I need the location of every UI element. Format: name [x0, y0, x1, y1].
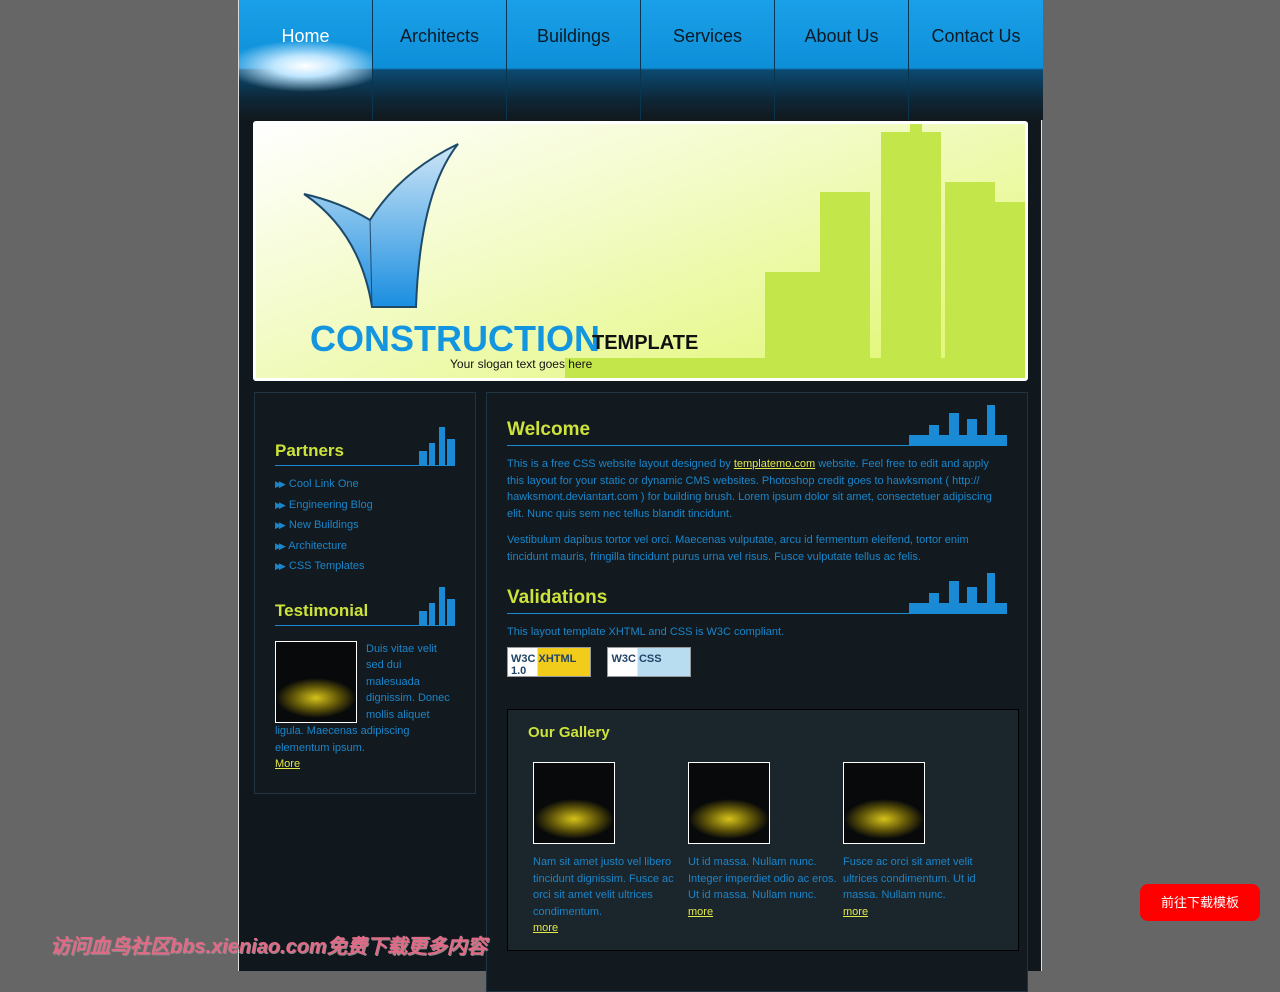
partner-link[interactable]: ▶▶ CSS Templates	[275, 560, 455, 581]
site-title: CONSTRUCTION	[310, 318, 600, 359]
watermark-text: 访问血鸟社区bbs.xieniao.com免费下载更多内容	[50, 936, 487, 958]
testimonial-more-link[interactable]: More	[275, 758, 300, 770]
site-slogan: Your slogan text goes here	[450, 357, 593, 371]
partner-link[interactable]: ▶▶ Engineering Blog	[275, 499, 455, 520]
validations-text: This layout template XHTML and CSS is W3…	[507, 626, 785, 638]
testimonial-image	[275, 640, 357, 723]
nav-architects[interactable]: Architects	[373, 0, 507, 120]
gallery-image[interactable]	[533, 762, 615, 844]
validations-heading: Validations	[507, 573, 1007, 614]
gallery-box: Our Gallery Nam sit amet justo vel liber…	[507, 709, 1019, 951]
gallery-image[interactable]	[688, 762, 770, 844]
xhtml-valid-badge[interactable]: W3C XHTML 1.0	[507, 646, 591, 677]
gallery-more-link[interactable]: more	[688, 906, 713, 918]
building-icon	[419, 427, 455, 465]
skyline-icon	[909, 405, 1007, 445]
welcome-paragraph-2: Vestibulum dapibus tortor vel orci. Maec…	[507, 534, 969, 563]
gallery-item: Ut id massa. Nullam nunc. Integer imperd…	[688, 762, 838, 920]
gallery-item: Fusce ac orci sit amet velit ultrices co…	[843, 762, 993, 920]
double-arrow-icon: ▶▶	[275, 479, 286, 489]
double-arrow-icon: ▶▶	[275, 540, 286, 551]
gallery-more-link[interactable]: more	[843, 906, 868, 918]
skyline-icon	[909, 573, 1007, 613]
gallery-caption: Fusce ac orci sit amet velit ultrices co…	[843, 856, 976, 901]
testimonial-heading: Testimonial	[275, 586, 455, 626]
gallery-item: Nam sit amet justo vel libero tincidunt …	[533, 762, 683, 937]
building-icon	[419, 586, 455, 625]
nav-contact-us[interactable]: Contact Us	[909, 0, 1043, 120]
partners-list: ▶▶ Cool Link One ▶▶ Engineering Blog ▶▶ …	[275, 478, 455, 581]
partner-link[interactable]: ▶▶ Cool Link One	[275, 478, 455, 499]
welcome-paragraph-1: This is a free CSS website layout design…	[507, 458, 992, 520]
welcome-heading: Welcome	[507, 405, 1007, 446]
logo-icon	[303, 143, 459, 308]
gallery-heading: Our Gallery	[528, 724, 610, 741]
gallery-more-link[interactable]: more	[533, 922, 558, 934]
partner-link[interactable]: ▶▶ New Buildings	[275, 519, 455, 540]
gallery-image[interactable]	[843, 762, 925, 844]
site-subtitle: TEMPLATE	[592, 332, 699, 354]
nav-about-us[interactable]: About Us	[775, 0, 909, 120]
partners-heading: Partners	[275, 427, 455, 466]
nav-home[interactable]: Home	[239, 0, 373, 120]
css-valid-badge[interactable]: W3C CSS	[607, 646, 692, 677]
nav-buildings[interactable]: Buildings	[507, 0, 641, 120]
left-sidebar: Partners ▶▶ Cool Link One ▶▶ Engineering…	[254, 392, 476, 794]
partner-link[interactable]: ▶▶ Architecture	[275, 540, 455, 561]
templatemo-link[interactable]: templatemo.com	[734, 458, 815, 470]
main-nav: Home Architects Buildings Services About…	[239, 0, 1043, 120]
main-content: Welcome This is a free CSS website layou…	[486, 392, 1028, 992]
gallery-caption: Nam sit amet justo vel libero tincidunt …	[533, 856, 674, 918]
page-container: Home Architects Buildings Services About…	[238, 0, 1043, 992]
header-banner: CONSTRUCTION TEMPLATE Your slogan text g…	[253, 121, 1028, 381]
gallery-caption: Ut id massa. Nullam nunc. Integer imperd…	[688, 856, 837, 901]
double-arrow-icon: ▶▶	[275, 499, 286, 510]
double-arrow-icon: ▶▶	[275, 561, 286, 571]
nav-services[interactable]: Services	[641, 0, 775, 120]
double-arrow-icon: ▶▶	[275, 520, 286, 530]
download-template-button[interactable]: 前往下载模板	[1140, 884, 1260, 921]
